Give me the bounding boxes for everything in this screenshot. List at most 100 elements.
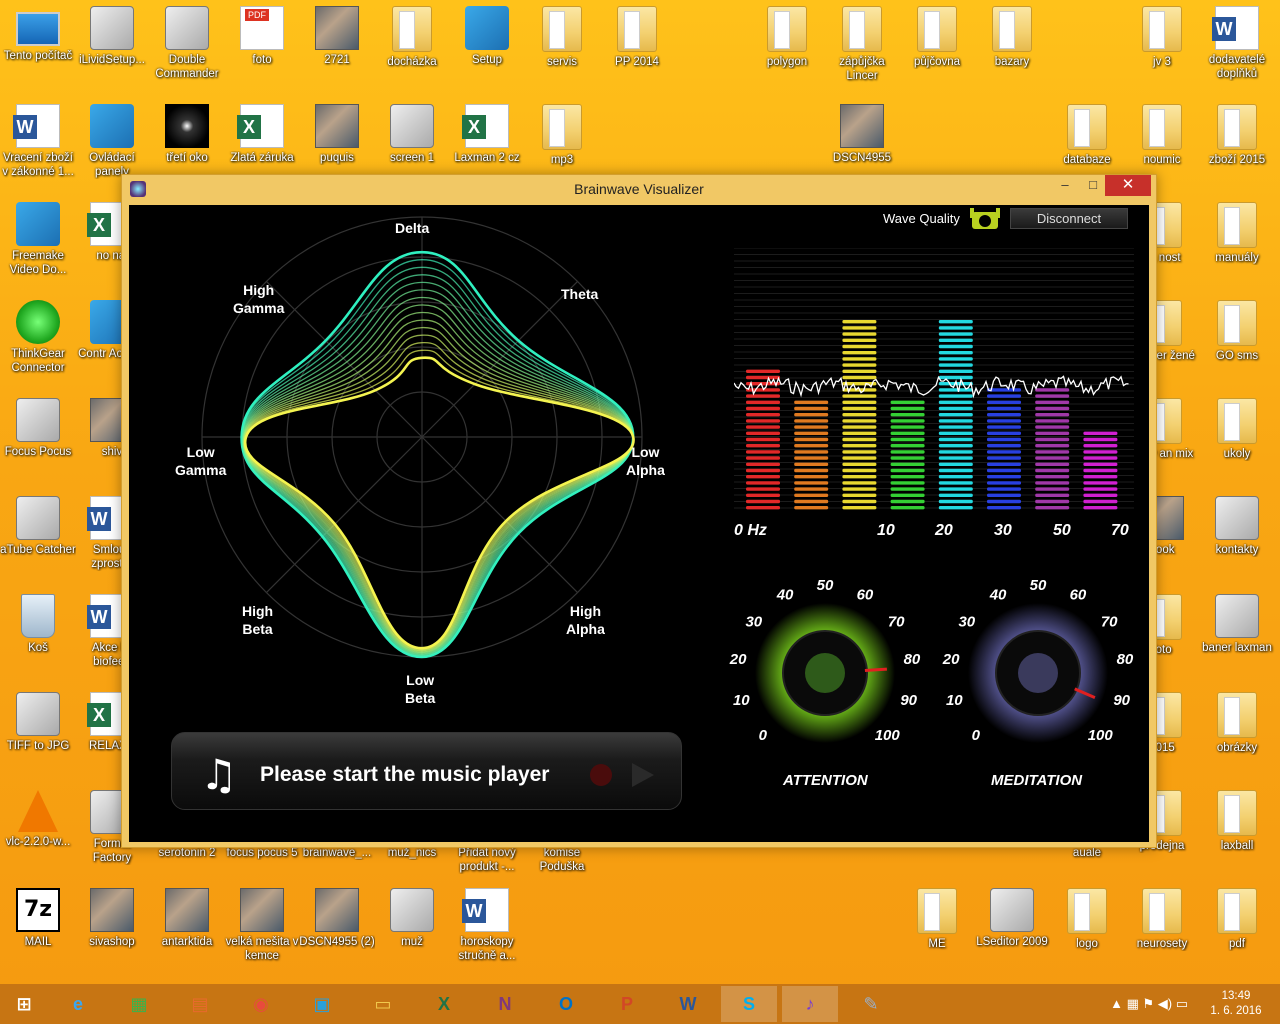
desktop-icon-label: puquis [320,152,354,164]
desktop-icon[interactable]: 7z MAIL [0,888,76,949]
desktop-icon[interactable]: puquis [299,104,375,165]
desktop-icon[interactable]: docházka [374,6,450,69]
play-icon[interactable] [632,763,654,787]
desktop-icon[interactable]: sivashop [74,888,150,949]
desktop-icon[interactable]: antarktida [149,888,225,949]
desktop-icon[interactable]: polygon [749,6,825,69]
spectrum-bar-segment [746,413,780,417]
desktop-icon[interactable]: pdf [1199,888,1275,951]
desktop-icon[interactable]: baner laxman [1199,594,1275,655]
taskbar-app-icon[interactable]: ▤ [172,986,228,1022]
spectrum-bar-segment [746,506,780,510]
desktop-icon[interactable]: horoskopy stručně a... [449,888,525,963]
desktop-icon[interactable]: DSCN4955 (2) [299,888,375,949]
window-titlebar[interactable]: Brainwave Visualizer ‒ □ ✕ [122,175,1156,204]
generic-icon [990,888,1034,932]
taskbar-app-icon[interactable]: ▣ [294,986,350,1022]
taskbar-app-icon[interactable]: ♪ [782,986,838,1022]
minimize-button[interactable]: ‒ [1051,175,1079,196]
desktop-icon[interactable]: mp3 [524,104,600,167]
desktop-icon[interactable]: noumic [1124,104,1200,167]
desktop-icon[interactable]: iLividSetup... [74,6,150,67]
taskbar-app-icon[interactable]: N [477,986,533,1022]
taskbar-app-icon[interactable]: O [538,986,594,1022]
desktop-icon[interactable]: Ovládací panely [74,104,150,179]
desktop-icon[interactable]: obrázky [1199,692,1275,755]
desktop-icon[interactable]: focus pocus 5 [224,846,300,860]
desktop-icon[interactable]: ThinkGear Connector [0,300,76,375]
meditation-tick-label: 50 [1030,577,1047,594]
desktop-icon[interactable]: screen 1 [374,104,450,165]
desktop-icon[interactable]: TIFF to JPG [0,692,76,753]
desktop-icon[interactable]: Double Commander [149,6,225,81]
desktop-icon[interactable]: DSCN4955 [824,104,900,165]
desktop-icon[interactable]: 2721 [299,6,375,67]
folder-icon [767,6,807,52]
desktop-icon[interactable]: půjčovna [899,6,975,69]
maximize-button[interactable]: □ [1079,175,1107,196]
record-icon[interactable] [590,764,612,786]
spectrum-bar-segment [938,332,973,336]
taskbar-app-icon[interactable]: S [721,986,777,1022]
desktop-icon[interactable]: databaze [1049,104,1125,167]
desktop-icon[interactable]: Vracení zboží v zákonné 1... [0,104,76,179]
desktop-icon[interactable]: bazary [974,6,1050,69]
label-high-gamma: High Gamma [233,282,285,316]
desktop-icon[interactable]: aTube Catcher [0,496,76,557]
close-button[interactable]: ✕ [1105,175,1151,196]
desktop-icon[interactable]: velká mešita v kemce [224,888,300,963]
desktop-icon[interactable]: foto [224,6,300,67]
desktop-icon[interactable]: třetí oko [149,104,225,165]
desktop-icon[interactable]: laxball [1199,790,1275,853]
desktop-icon[interactable]: kontakty [1199,496,1275,557]
desktop-icon[interactable]: zápůjčka Lincer [824,6,900,83]
desktop-icon[interactable]: Tento počítač [0,6,76,63]
desktop-icon[interactable]: neurosety [1124,888,1200,951]
spectrum-bar-segment [746,493,780,497]
desktop-icon[interactable]: brainwave_... [299,846,375,860]
desktop-icon[interactable]: servis [524,6,600,69]
desktop-icon[interactable]: logo [1049,888,1125,951]
desktop-icon[interactable]: LSeditor 2009 [974,888,1050,949]
spectrum-bar-segment [938,400,973,404]
desktop-icon[interactable]: muž_nics [374,846,450,860]
desktop-icon[interactable]: Laxman 2 cz [449,104,525,165]
desktop-icon[interactable]: Freemake Video Do... [0,202,76,277]
taskbar-app-icon[interactable]: e [50,986,106,1022]
clock[interactable]: 13:49 1. 6. 2016 [1206,989,1266,1019]
desktop-icon[interactable]: Přidat nový produkt -... [449,846,525,874]
desktop-icon[interactable]: GO sms [1199,300,1275,363]
desktop-icon[interactable]: muž [374,888,450,949]
taskbar-app-icon[interactable]: ▭ [355,986,411,1022]
taskbar-app-icon[interactable]: ✎ [843,986,899,1022]
start-button[interactable]: ⊞ [0,986,48,1022]
desktop-icon[interactable]: PP 2014 [599,6,675,69]
tray-icons[interactable]: ▲ ▦ ⚑ ◀) ▭ [1110,996,1188,1012]
desktop-icon[interactable]: jv 3 [1124,6,1200,69]
taskbar-app-icon[interactable]: ▦ [111,986,167,1022]
desktop-icon[interactable]: vlc-2.2.0-w... [0,790,76,849]
taskbar-app-icon[interactable]: X [416,986,472,1022]
taskbar-app-icon[interactable]: W [660,986,716,1022]
disconnect-button[interactable]: Disconnect [1010,208,1128,229]
desktop-icon[interactable]: Focus Pocus [0,398,76,459]
desktop-icon[interactable]: zboží 2015 [1199,104,1275,167]
music-player-bar[interactable]: ♫ Please start the music player [171,732,682,810]
desktop-icon[interactable]: Koš [0,594,76,655]
desktop-icon[interactable]: ukoly [1199,398,1275,461]
desktop-icon[interactable]: auale [1049,846,1125,860]
desktop-icon[interactable]: komise Poduška [524,846,600,874]
desktop-icon[interactable]: dodavatelé doplňků [1199,6,1275,81]
attention-tick-label: 30 [745,613,762,630]
desktop-icon[interactable]: manuály [1199,202,1275,265]
meditation-tick-label: 100 [1088,727,1114,744]
desktop-icon[interactable]: ME [899,888,975,951]
desktop-icon[interactable]: Zlatá záruka [224,104,300,165]
desktop-icon[interactable]: serotonin 2 [149,846,225,860]
taskbar-app-icon[interactable]: ◉ [233,986,289,1022]
taskbar-app-icon[interactable]: P [599,986,655,1022]
desktop-icon[interactable]: Setup [449,6,525,67]
spectrum-bar-segment [938,506,973,510]
hz-label-20: 20 [935,522,953,539]
zip-icon: 7z [16,888,60,932]
